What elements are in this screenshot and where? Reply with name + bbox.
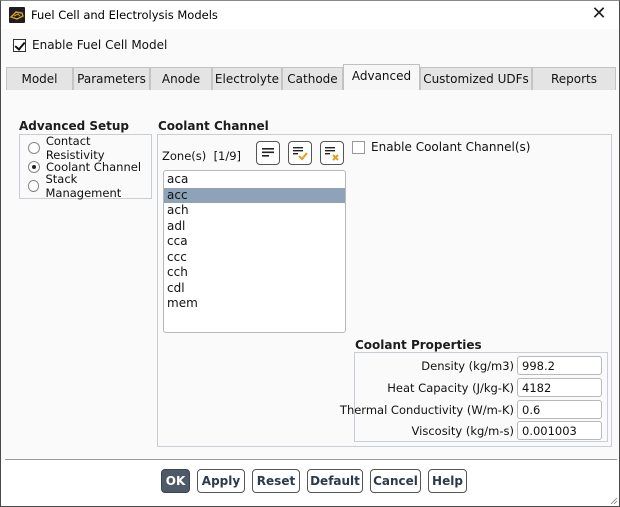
zones-listbox[interactable]: aca acc ach adl cca ccc cch cdl mem [163,170,346,333]
thermal-conductivity-row: Thermal Conductivity (W/m-K) [340,400,602,420]
tab-electrolyte[interactable]: Electrolyte [212,67,282,90]
help-button[interactable]: Help [428,469,467,493]
coolant-properties-title: Coolant Properties [355,338,482,352]
stack-management-label: Stack Management [45,171,122,200]
zones-label-text: Zone(s) [162,149,207,163]
enable-coolant-channel-checkbox[interactable]: Enable Coolant Channel(s) [352,140,530,154]
select-all-icon [262,148,274,157]
tab-anode[interactable]: Anode [150,67,212,90]
select-all-button[interactable] [256,141,280,165]
zones-count: [1/9] [213,149,242,163]
deselect-all-icon [325,147,339,161]
viscosity-input[interactable] [517,421,602,440]
radio-checked-icon[interactable] [28,160,40,173]
zone-list-item[interactable]: adl [164,219,345,235]
zone-list-item[interactable]: aca [164,172,345,188]
zone-list-item[interactable]: mem [164,296,345,312]
heat-capacity-row: Heat Capacity (J/kg-K) [355,378,602,398]
checkbox-unchecked-icon[interactable] [352,140,365,154]
coolant-channel-title: Coolant Channel [158,119,269,133]
density-input[interactable] [517,356,602,375]
resize-grip-icon[interactable] [608,495,618,505]
window-title: Fuel Cell and Electrolysis Models [31,8,218,22]
close-icon[interactable]: ✕ [589,5,609,25]
default-button[interactable]: Default [307,469,363,493]
reset-button[interactable]: Reset [252,469,300,493]
radio-stack-management[interactable]: Stack Management [20,172,151,200]
zone-list-item[interactable]: cch [164,265,345,281]
thermal-conductivity-label: Thermal Conductivity (W/m-K) [339,403,514,417]
button-bar: OK Apply Reset Default Cancel Help [1,460,619,506]
zone-list-item[interactable]: ach [164,203,345,219]
radio-unchecked-icon[interactable] [28,141,40,154]
viscosity-label: Viscosity (kg/m-s) [411,424,514,438]
thermal-conductivity-input[interactable] [517,400,602,419]
heat-capacity-label: Heat Capacity (J/kg-K) [387,381,514,395]
deselect-all-button[interactable] [320,141,344,165]
tab-parameters[interactable]: Parameters [73,67,150,90]
density-row: Density (kg/m3) [355,356,602,376]
heat-capacity-input[interactable] [517,378,602,397]
tab-model[interactable]: Model [6,67,73,90]
coolant-properties-group: Density (kg/m3) Heat Capacity (J/kg-K) T… [340,352,608,442]
tab-advanced[interactable]: Advanced [343,64,420,90]
advanced-setup-group: Contact Resistivity Coolant Channel Stac… [19,134,152,200]
tab-reports[interactable]: Reports [532,67,616,90]
enable-fuel-cell-checkbox[interactable]: Enable Fuel Cell Model [13,37,167,53]
checkbox-checked-icon[interactable] [13,38,26,52]
zones-label: Zone(s) [1/9] [162,149,241,163]
zone-list-item[interactable]: cca [164,234,345,250]
viscosity-row: Viscosity (kg/m-s) [355,421,602,441]
radio-unchecked-icon[interactable] [28,179,40,192]
tab-cathode[interactable]: Cathode [282,67,343,90]
title-bar: Fuel Cell and Electrolysis Models ✕ [1,1,619,29]
select-check-button[interactable] [288,141,312,165]
cancel-button[interactable]: Cancel [370,469,421,493]
tab-customized-udfs[interactable]: Customized UDFs [420,67,532,90]
zone-list-item[interactable]: ccc [164,250,345,266]
advanced-setup-title: Advanced Setup [19,119,130,133]
select-check-icon [293,147,308,161]
dialog-window: Fuel Cell and Electrolysis Models ✕ Enab… [0,0,620,507]
contact-resistivity-label: Contact Resistivity [45,133,105,162]
zone-list-item[interactable]: acc [164,187,345,203]
zone-list-item[interactable]: cdl [164,281,345,297]
density-label: Density (kg/m3) [421,359,514,373]
tab-bar: Model Parameters Anode Electrolyte Catho… [6,64,616,90]
ok-button[interactable]: OK [161,469,190,493]
apply-button[interactable]: Apply [197,469,245,493]
radio-contact-resistivity[interactable]: Contact Resistivity [20,134,151,162]
enable-fuel-cell-label: Enable Fuel Cell Model [32,38,168,52]
enable-coolant-channel-label: Enable Coolant Channel(s) [371,140,531,154]
fluent-app-icon [9,7,25,23]
